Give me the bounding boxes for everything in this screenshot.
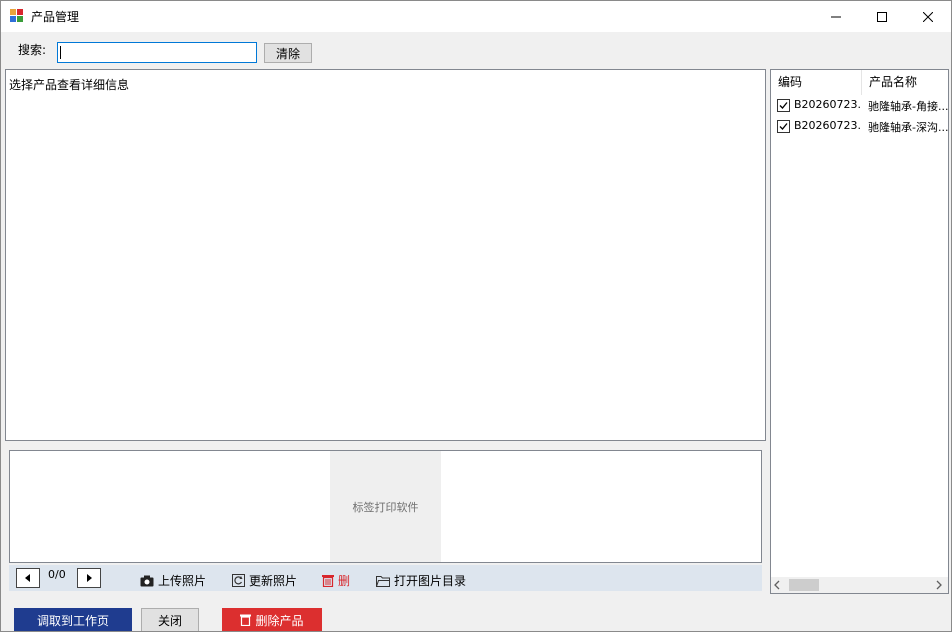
trash-icon [240, 614, 252, 626]
delete-photo-label: 删 [338, 574, 351, 588]
close-button[interactable]: 关闭 [141, 608, 199, 631]
fetch-to-workpage-button[interactable]: 调取到工作页 [14, 608, 132, 631]
list-item[interactable]: B20260723... 驰隆轴承-角接... [771, 95, 948, 116]
list-item[interactable]: B20260723... 驰隆轴承-深沟... [771, 116, 948, 137]
previous-photo-button[interactable] [16, 568, 40, 588]
checkmark-icon [779, 123, 788, 130]
upload-photo-label: 上传照片 [158, 574, 207, 588]
camera-icon [140, 575, 154, 586]
checkmark-icon [779, 102, 788, 109]
detail-placeholder-text: 选择产品查看详细信息 [9, 78, 130, 92]
open-image-folder-label: 打开图片目录 [394, 574, 467, 588]
search-label: 搜索: [18, 43, 47, 57]
clear-button[interactable]: 清除 [264, 43, 312, 63]
delete-product-label: 删除产品 [255, 613, 304, 628]
product-code: B20260723... [794, 119, 860, 132]
list-header: 编码 产品名称 [771, 70, 948, 95]
photo-toolbar: 0/0 上传照片 更新照片 删 打开图片目录 [9, 565, 762, 591]
photo-preview-area: 标签打印软件 [9, 450, 762, 563]
row-checkbox[interactable] [777, 120, 790, 133]
folder-icon [376, 575, 390, 587]
search-input[interactable] [57, 42, 257, 63]
window-title: 产品管理 [31, 10, 80, 24]
maximize-button[interactable] [859, 1, 905, 32]
next-photo-button[interactable] [77, 568, 101, 588]
close-icon [923, 11, 933, 22]
triangle-left-icon [25, 574, 30, 582]
product-management-window: 产品管理 搜索: 清除 选择产品查看详细信息 标签打印软件 0/0 上传照片 更… [0, 0, 952, 632]
text-caret [60, 46, 61, 59]
trash-icon [322, 575, 334, 587]
column-header-name[interactable]: 产品名称 [862, 70, 948, 95]
product-name: 驰隆轴承-深沟... [868, 121, 948, 134]
minimize-button[interactable] [813, 1, 859, 32]
photo-placeholder-text: 标签打印软件 [352, 500, 419, 514]
delete-product-button[interactable]: 删除产品 [222, 608, 322, 631]
product-code: B20260723... [794, 98, 860, 111]
app-icon [10, 9, 24, 23]
chevron-right-icon[interactable] [935, 580, 943, 590]
update-photo-button[interactable]: 更新照片 [232, 572, 297, 589]
product-name: 驰隆轴承-角接... [868, 100, 948, 113]
photo-placeholder: 标签打印软件 [330, 451, 441, 562]
update-photo-label: 更新照片 [249, 574, 298, 588]
product-detail-panel[interactable]: 选择产品查看详细信息 [5, 69, 766, 441]
open-image-folder-button[interactable]: 打开图片目录 [376, 572, 466, 589]
title-bar: 产品管理 [1, 1, 951, 32]
horizontal-scrollbar[interactable] [771, 577, 948, 593]
maximize-icon [877, 11, 887, 22]
photo-counter: 0/0 [48, 568, 66, 581]
upload-photo-button[interactable]: 上传照片 [140, 572, 206, 589]
triangle-right-icon [87, 574, 92, 582]
row-checkbox[interactable] [777, 99, 790, 112]
close-window-button[interactable] [905, 1, 951, 32]
refresh-icon [232, 574, 245, 587]
chevron-left-icon[interactable] [773, 580, 781, 590]
column-header-code[interactable]: 编码 [771, 70, 862, 95]
minimize-icon [831, 16, 841, 17]
product-list[interactable]: 编码 产品名称 B20260723... 驰隆轴承-角接... B2026072… [770, 69, 949, 594]
scrollbar-thumb[interactable] [789, 579, 819, 591]
delete-photo-button[interactable]: 删 [322, 572, 350, 589]
